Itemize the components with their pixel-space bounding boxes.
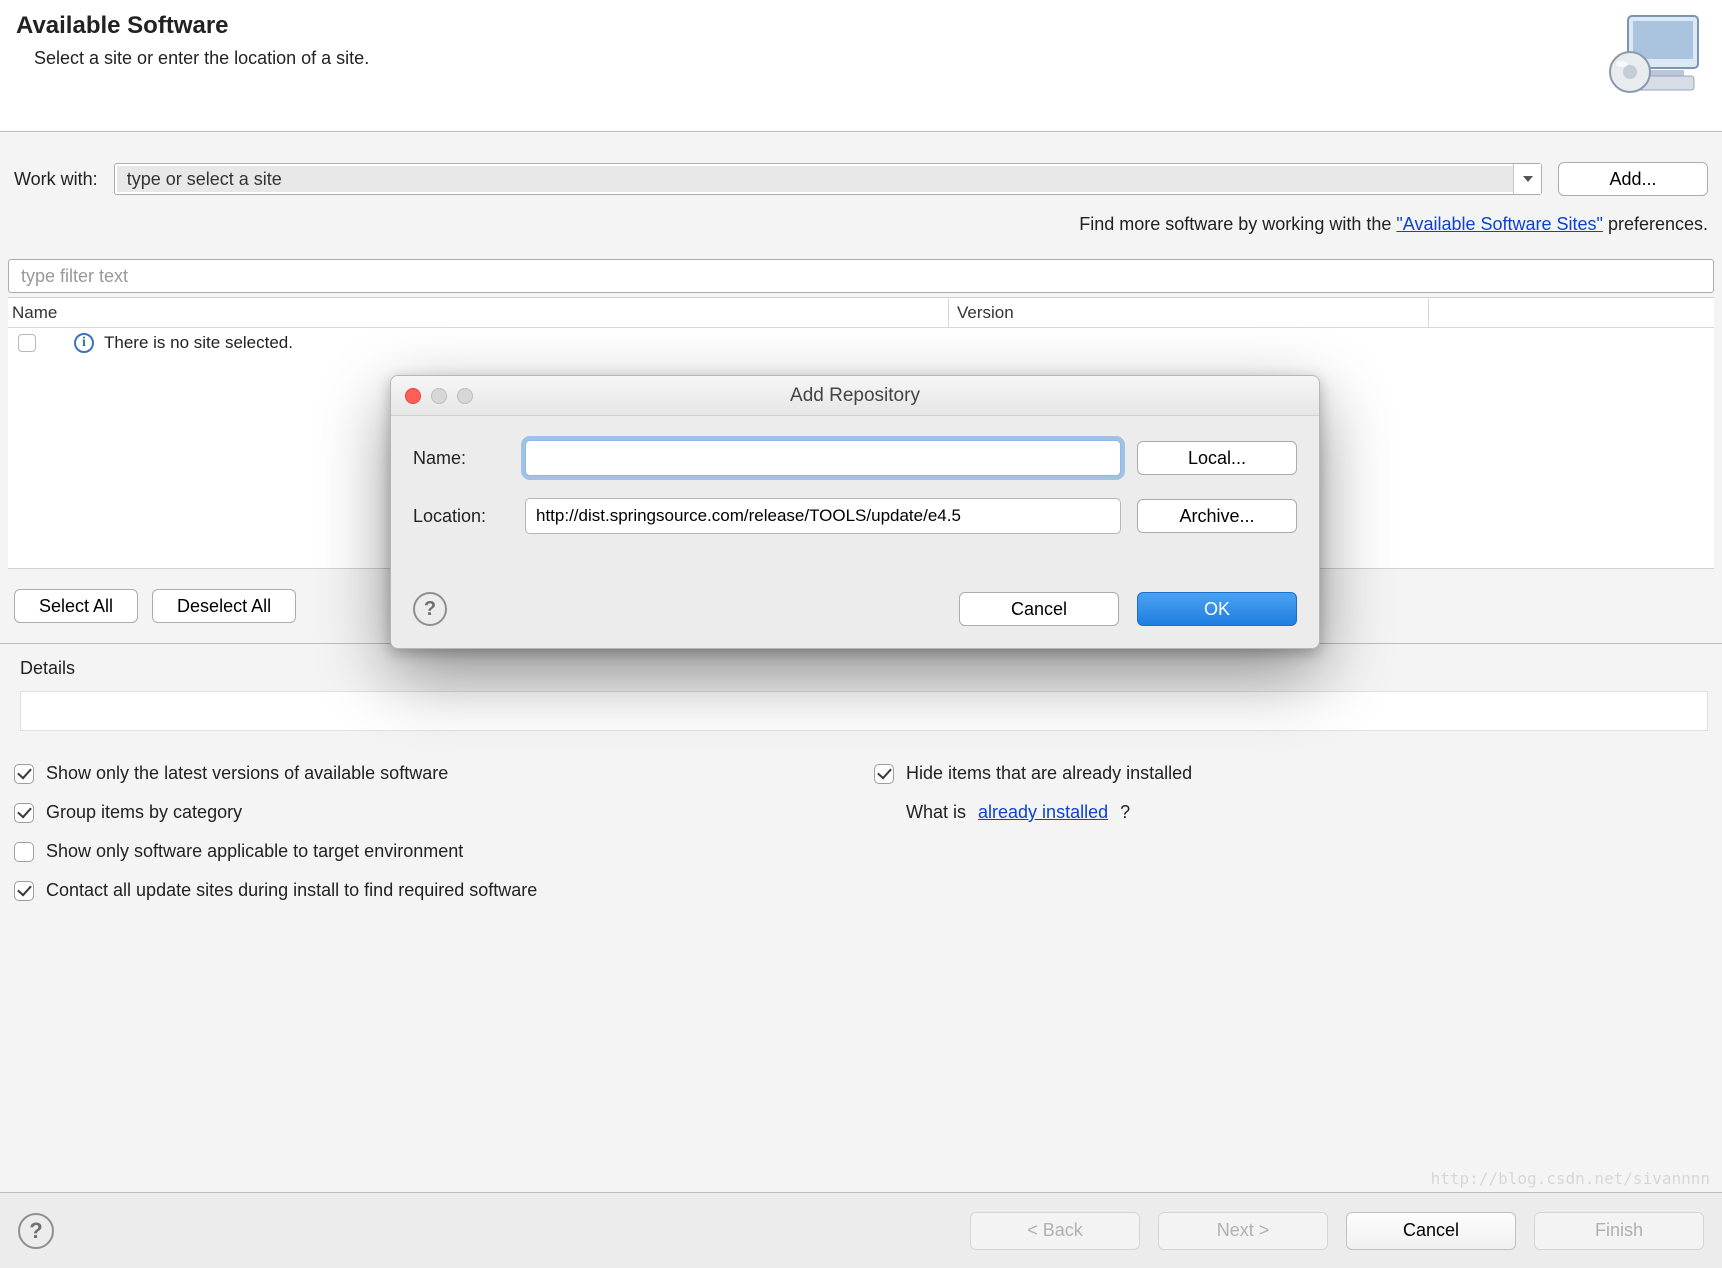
watermark-text: http://blog.csdn.net/sivannnn	[1431, 1169, 1710, 1188]
column-spacer	[1428, 298, 1714, 327]
add-repository-dialog: Add Repository Name: Local... Location: …	[390, 375, 1320, 649]
dialog-help-button[interactable]: ?	[413, 592, 447, 626]
opt-show-latest[interactable]: Show only the latest versions of availab…	[14, 763, 874, 784]
close-icon[interactable]	[405, 388, 421, 404]
row-checkbox[interactable]	[18, 334, 36, 352]
minimize-icon	[431, 388, 447, 404]
local-button[interactable]: Local...	[1137, 441, 1297, 475]
tree-header: Name Version	[8, 298, 1714, 328]
dialog-footer: ? Cancel OK	[391, 566, 1319, 648]
opt-hide-installed-label: Hide items that are already installed	[906, 763, 1192, 784]
name-row: Name: Local...	[413, 440, 1297, 476]
wizard-banner: Available Software Select a site or ente…	[0, 0, 1722, 132]
find-more-prefix: Find more software by working with the	[1079, 214, 1396, 234]
checkbox-show-latest[interactable]	[14, 764, 34, 784]
help-button[interactable]: ?	[18, 1213, 54, 1249]
work-with-combo-text[interactable]: type or select a site	[117, 166, 1513, 192]
details-label: Details	[20, 658, 1708, 679]
dialog-cancel-button[interactable]: Cancel	[959, 592, 1119, 626]
next-button[interactable]: Next >	[1158, 1212, 1328, 1250]
opt-contact-sites-label: Contact all update sites during install …	[46, 880, 537, 901]
info-icon: i	[74, 333, 94, 353]
add-site-button[interactable]: Add...	[1558, 162, 1708, 196]
work-with-label: Work with:	[14, 169, 98, 190]
checkbox-contact-sites[interactable]	[14, 881, 34, 901]
find-more-suffix: preferences.	[1603, 214, 1708, 234]
find-more-text: Find more software by working with the "…	[0, 202, 1722, 245]
column-version[interactable]: Version	[948, 298, 1428, 327]
opt-target-env-label: Show only software applicable to target …	[46, 841, 463, 862]
available-sites-link[interactable]: "Available Software Sites"	[1396, 214, 1603, 234]
already-prefix: What is	[906, 802, 966, 823]
details-section: Details	[0, 643, 1722, 759]
opt-contact-sites[interactable]: Contact all update sites during install …	[14, 880, 874, 901]
empty-message: There is no site selected.	[104, 333, 293, 353]
column-name[interactable]: Name	[8, 298, 948, 327]
window-controls	[405, 388, 473, 404]
zoom-icon	[457, 388, 473, 404]
details-box	[20, 691, 1708, 731]
opt-show-latest-label: Show only the latest versions of availab…	[46, 763, 448, 784]
select-all-button[interactable]: Select All	[14, 589, 138, 623]
opt-target-env[interactable]: Show only software applicable to target …	[14, 841, 874, 862]
work-with-row: Work with: type or select a site Add...	[0, 132, 1722, 202]
back-button[interactable]: < Back	[970, 1212, 1140, 1250]
work-with-combo[interactable]: type or select a site	[114, 163, 1542, 195]
deselect-all-button[interactable]: Deselect All	[152, 589, 296, 623]
location-input[interactable]	[525, 498, 1121, 534]
already-suffix: ?	[1120, 802, 1130, 823]
name-label: Name:	[413, 448, 509, 469]
already-installed-link[interactable]: already installed	[978, 802, 1108, 823]
chevron-down-icon	[1523, 176, 1533, 182]
cancel-button[interactable]: Cancel	[1346, 1212, 1516, 1250]
filter-row	[0, 245, 1722, 293]
location-row: Location: Archive...	[413, 498, 1297, 534]
checkbox-target-env[interactable]	[14, 842, 34, 862]
wizard-button-bar: ? < Back Next > Cancel Finish	[0, 1192, 1722, 1268]
install-software-icon	[1608, 6, 1708, 106]
opt-group-category-label: Group items by category	[46, 802, 242, 823]
options-grid: Show only the latest versions of availab…	[0, 759, 1722, 931]
dialog-titlebar[interactable]: Add Repository	[391, 376, 1319, 416]
already-installed-row: What is already installed?	[874, 802, 1708, 823]
finish-button[interactable]: Finish	[1534, 1212, 1704, 1250]
archive-button[interactable]: Archive...	[1137, 499, 1297, 533]
opt-hide-installed[interactable]: Hide items that are already installed	[874, 763, 1708, 784]
dialog-ok-button[interactable]: OK	[1137, 592, 1297, 626]
page-title: Available Software	[16, 12, 1706, 40]
location-label: Location:	[413, 506, 509, 527]
checkbox-group-category[interactable]	[14, 803, 34, 823]
dialog-title: Add Repository	[391, 385, 1319, 407]
page-subtitle: Select a site or enter the location of a…	[34, 48, 1706, 69]
opt-group-category[interactable]: Group items by category	[14, 802, 874, 823]
checkbox-hide-installed[interactable]	[874, 764, 894, 784]
tree-empty-row: i There is no site selected.	[8, 328, 1714, 358]
filter-input[interactable]	[8, 259, 1714, 293]
work-with-combo-dropdown[interactable]	[1513, 164, 1541, 194]
dialog-body: Name: Local... Location: Archive...	[391, 416, 1319, 566]
name-input[interactable]	[525, 440, 1121, 476]
